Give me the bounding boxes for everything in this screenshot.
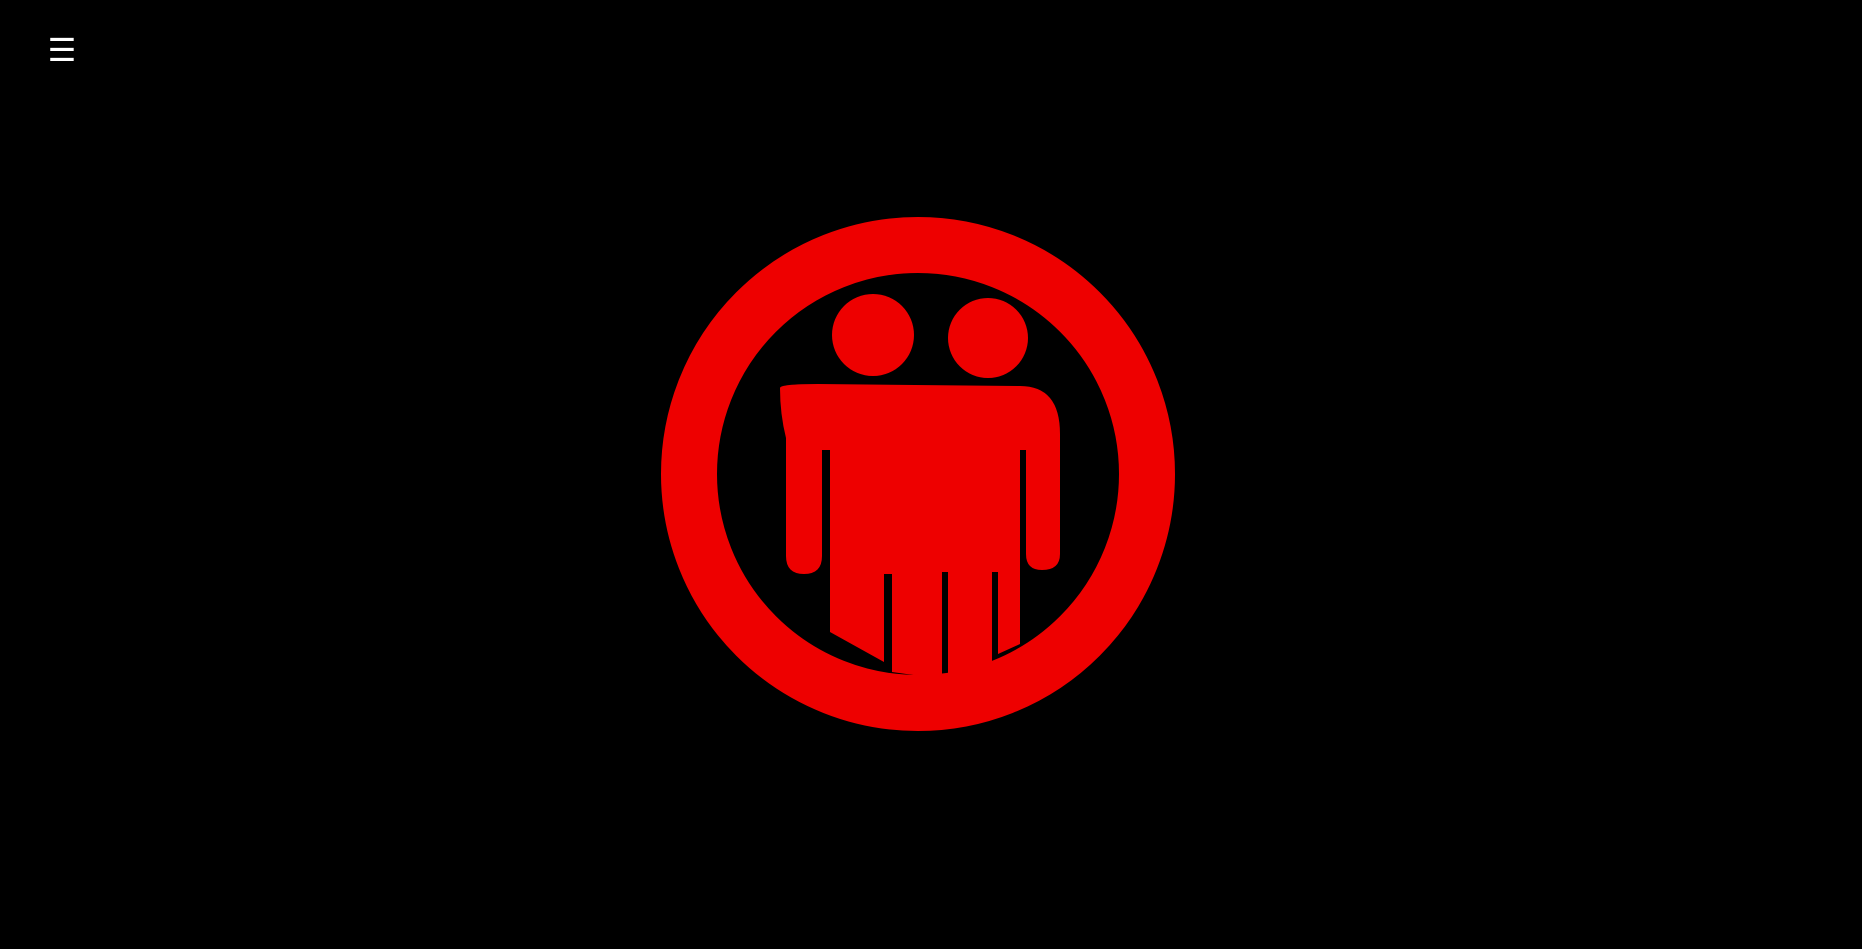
logo: [658, 214, 1178, 734]
logo-head-right: [948, 298, 1028, 378]
logo-body: [780, 384, 1060, 679]
page: ☰: [0, 0, 1862, 949]
logo-head-left: [832, 294, 914, 376]
hamburger-menu-icon[interactable]: ☰: [38, 28, 86, 72]
two-people-in-circle-icon: [661, 217, 1175, 731]
